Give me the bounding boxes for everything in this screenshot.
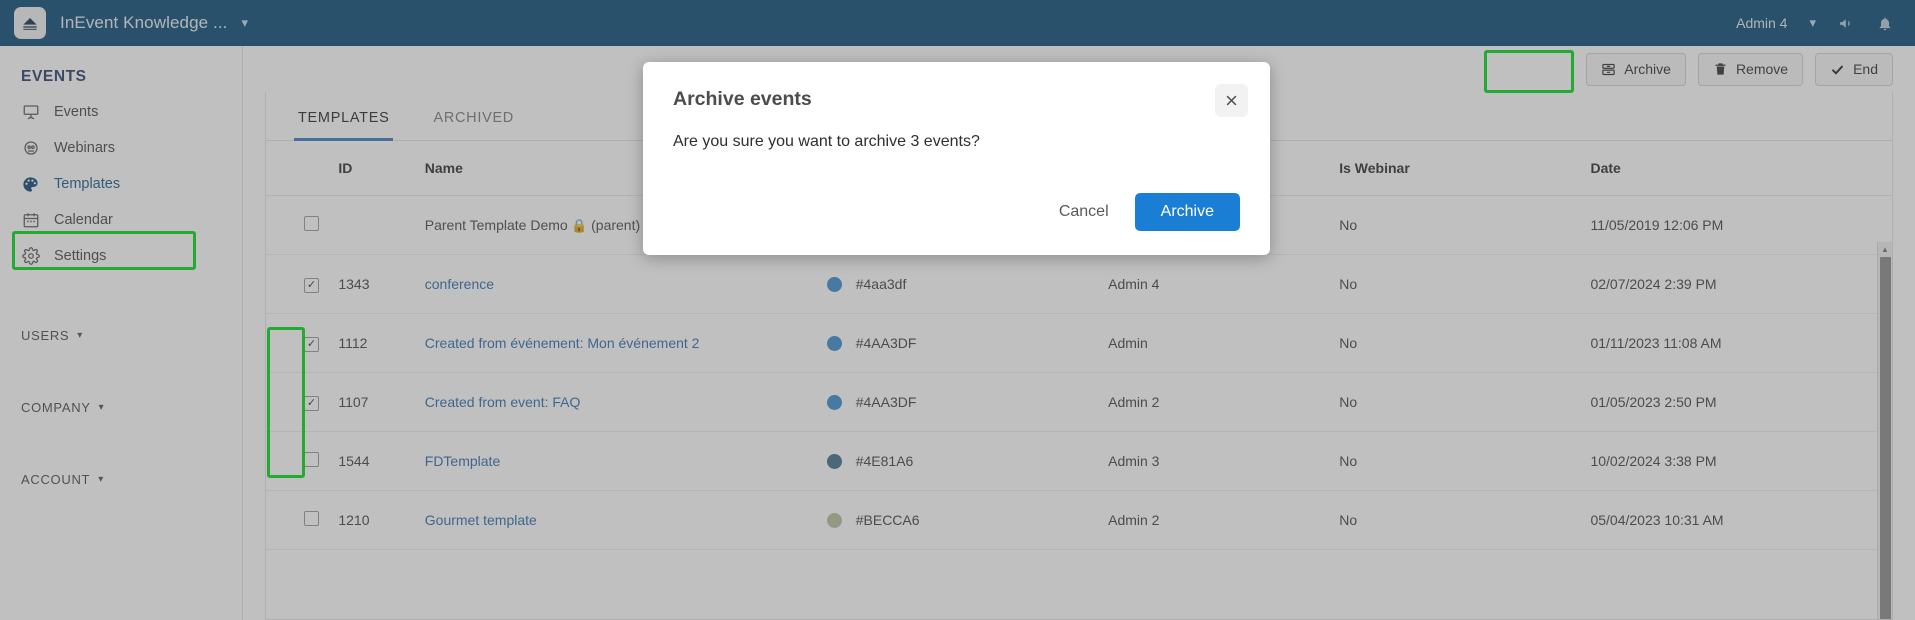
- archive-events-dialog: Archive events Are you sure you want to …: [643, 62, 1270, 255]
- dialog-actions: Cancel Archive: [673, 193, 1240, 231]
- dialog-title: Archive events: [673, 88, 812, 110]
- close-icon[interactable]: [1215, 84, 1248, 117]
- cancel-button[interactable]: Cancel: [1059, 203, 1109, 221]
- dialog-message: Are you sure you want to archive 3 event…: [673, 133, 980, 150]
- confirm-archive-button[interactable]: Archive: [1134, 193, 1240, 231]
- app-root: InEvent Knowledge ... ▾ Admin 4 ▾ EVENTS…: [0, 0, 1915, 620]
